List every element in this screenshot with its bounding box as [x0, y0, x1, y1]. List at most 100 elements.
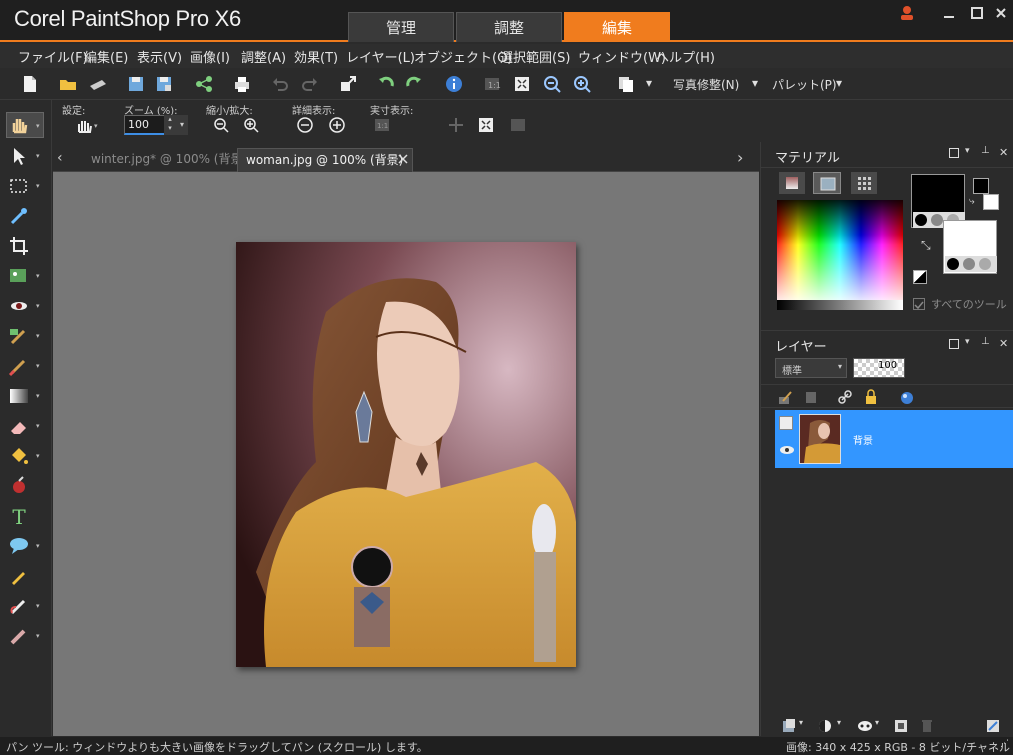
small-background-swatch[interactable] — [983, 194, 999, 210]
blend-mode-select[interactable]: 標準 ▾ — [775, 358, 847, 378]
undo-icon[interactable] — [270, 74, 292, 96]
palette-menu[interactable]: パレット(P) — [772, 76, 837, 93]
menu-image[interactable]: 画像(I) — [190, 47, 230, 66]
layer-properties-icon[interactable] — [985, 718, 1001, 734]
copy-dropdown-arrow[interactable]: ▾ — [646, 76, 652, 90]
fit-window-icon[interactable] — [510, 117, 526, 133]
lock-layer-icon[interactable] — [863, 389, 879, 405]
rainbow-tab-icon[interactable] — [813, 172, 841, 194]
new-layer-icon[interactable] — [781, 718, 797, 734]
clone-brush-dropdown-arrow[interactable]: ▾ — [36, 332, 44, 340]
zoom-out-icon[interactable] — [212, 116, 230, 134]
print-icon[interactable] — [232, 74, 254, 96]
layer-effects-icon[interactable] — [899, 389, 915, 405]
swap-colors-icon[interactable]: ⤡ — [921, 238, 935, 252]
fit-window-icon[interactable] — [512, 74, 534, 96]
menu-layers[interactable]: レイヤー(L) — [346, 47, 415, 66]
layers-close-icon[interactable]: ✕ — [999, 337, 1008, 350]
smudge-brush-icon[interactable] — [8, 625, 30, 647]
duplicate-layer-icon[interactable] — [893, 718, 909, 734]
lock-transparency-icon[interactable] — [803, 389, 819, 405]
close-tab-icon[interactable] — [397, 153, 409, 165]
dropper-tool-icon[interactable] — [8, 205, 30, 227]
warp-brush-dropdown-arrow[interactable]: ▾ — [36, 602, 44, 610]
resize-grip-icon[interactable]: ⋰ — [1000, 739, 1009, 749]
user-icon[interactable] — [896, 4, 918, 26]
layers-menu-arrow[interactable]: ▾ — [965, 337, 970, 347]
close-icon[interactable] — [990, 4, 1012, 26]
preset-shape-dropdown-arrow[interactable]: ▾ — [36, 542, 44, 550]
save-icon[interactable] — [126, 74, 148, 96]
copy-icon[interactable] — [616, 74, 638, 96]
palette-dropdown-arrow[interactable]: ▾ — [836, 76, 842, 90]
delete-layer-icon[interactable] — [919, 718, 935, 734]
swap-small-icon[interactable]: ⤷ — [969, 196, 981, 208]
resize-icon[interactable] — [338, 74, 360, 96]
menu-effects[interactable]: 効果(T) — [294, 47, 338, 66]
crop-tool-icon[interactable] — [8, 235, 30, 257]
warp-brush-icon[interactable] — [8, 595, 30, 617]
fill-tool-dropdown-arrow[interactable]: ▾ — [36, 452, 44, 460]
new-mask-icon[interactable] — [857, 718, 873, 734]
straighten-tool-dropdown-arrow[interactable]: ▾ — [36, 272, 44, 280]
paint-brush-icon[interactable] — [8, 355, 30, 377]
fill-tool-icon[interactable] — [8, 445, 30, 467]
new-adjustment-layer-icon[interactable] — [817, 718, 833, 734]
zoom-dropdown[interactable]: ▾ — [176, 115, 188, 135]
mask-dropdown-arrow[interactable]: ▾ — [875, 718, 879, 727]
rotate-right-icon[interactable] — [404, 74, 426, 96]
layer-group-icon[interactable] — [779, 416, 793, 430]
menu-view[interactable]: 表示(V) — [137, 47, 182, 66]
tab-woman[interactable]: woman.jpg @ 100% (背景) — [237, 148, 413, 172]
tab-edit[interactable]: 編集 — [564, 12, 670, 42]
fit-image-icon[interactable] — [478, 117, 494, 133]
zoom-in-icon[interactable] — [572, 74, 594, 96]
new-layer-dropdown-arrow[interactable]: ▾ — [799, 718, 803, 727]
materials-restore-icon[interactable] — [949, 148, 959, 158]
woman-photo[interactable] — [236, 242, 576, 667]
tab-adjust[interactable]: 調整 — [456, 12, 562, 42]
materials-pin-icon[interactable]: ⊥ — [981, 145, 990, 156]
tab-manage[interactable]: 管理 — [348, 12, 454, 42]
scan-icon[interactable] — [88, 74, 110, 96]
opacity-slider[interactable]: 100 — [853, 358, 905, 378]
presets-hand-icon[interactable]: ▾ — [74, 116, 100, 136]
actual-size-icon[interactable]: 1:1 — [482, 74, 504, 96]
tabs-scroll-right-icon[interactable]: › — [737, 148, 751, 168]
layer-visibility-eye-icon[interactable] — [779, 444, 795, 456]
color-replacer-icon[interactable] — [8, 475, 30, 497]
menu-adjust[interactable]: 調整(A) — [241, 47, 286, 66]
layers-restore-icon[interactable] — [949, 339, 959, 349]
open-folder-icon[interactable] — [58, 74, 80, 96]
selection-tool-dropdown-arrow[interactable]: ▾ — [36, 182, 44, 190]
straighten-tool-icon[interactable] — [8, 265, 30, 287]
zoom-spinner[interactable]: ▴ ▾ — [164, 115, 176, 135]
swatches-tab-icon[interactable] — [851, 172, 877, 194]
gradient-tool-dropdown-arrow[interactable]: ▾ — [36, 392, 44, 400]
minimize-icon[interactable] — [938, 4, 960, 26]
materials-close-icon[interactable]: ✕ — [999, 146, 1008, 159]
color-spectrum[interactable] — [777, 200, 903, 310]
menu-edit[interactable]: 編集(E) — [84, 47, 128, 66]
materials-menu-arrow[interactable]: ▾ — [965, 146, 970, 156]
background-style-buttons[interactable] — [945, 256, 997, 272]
redo-icon[interactable] — [300, 74, 322, 96]
small-foreground-swatch[interactable] — [973, 178, 989, 194]
menu-window[interactable]: ウィンドウ(W) — [578, 47, 666, 66]
adjustment-layer-dropdown-arrow[interactable]: ▾ — [837, 718, 841, 727]
layer-row-background[interactable]: 背景 — [775, 410, 1013, 468]
detail-minus-icon[interactable] — [296, 116, 314, 134]
text-tool-icon[interactable]: T — [8, 505, 30, 529]
edit-layer-icon[interactable] — [777, 389, 793, 405]
red-eye-tool-icon[interactable] — [8, 295, 30, 317]
pick-tool-dropdown-arrow[interactable]: ▾ — [36, 152, 44, 160]
pick-tool-icon[interactable] — [8, 145, 30, 167]
red-eye-tool-dropdown-arrow[interactable]: ▾ — [36, 302, 44, 310]
eraser-tool-dropdown-arrow[interactable]: ▾ — [36, 422, 44, 430]
menu-help[interactable]: ヘルプ(H) — [656, 47, 715, 66]
tab-winter[interactable]: winter.jpg* @ 100% (背景) — [83, 148, 255, 172]
info-icon[interactable] — [444, 74, 466, 96]
detail-plus-icon[interactable] — [328, 116, 346, 134]
layers-pin-icon[interactable]: ⊥ — [981, 336, 990, 347]
link-layer-icon[interactable] — [837, 389, 853, 405]
